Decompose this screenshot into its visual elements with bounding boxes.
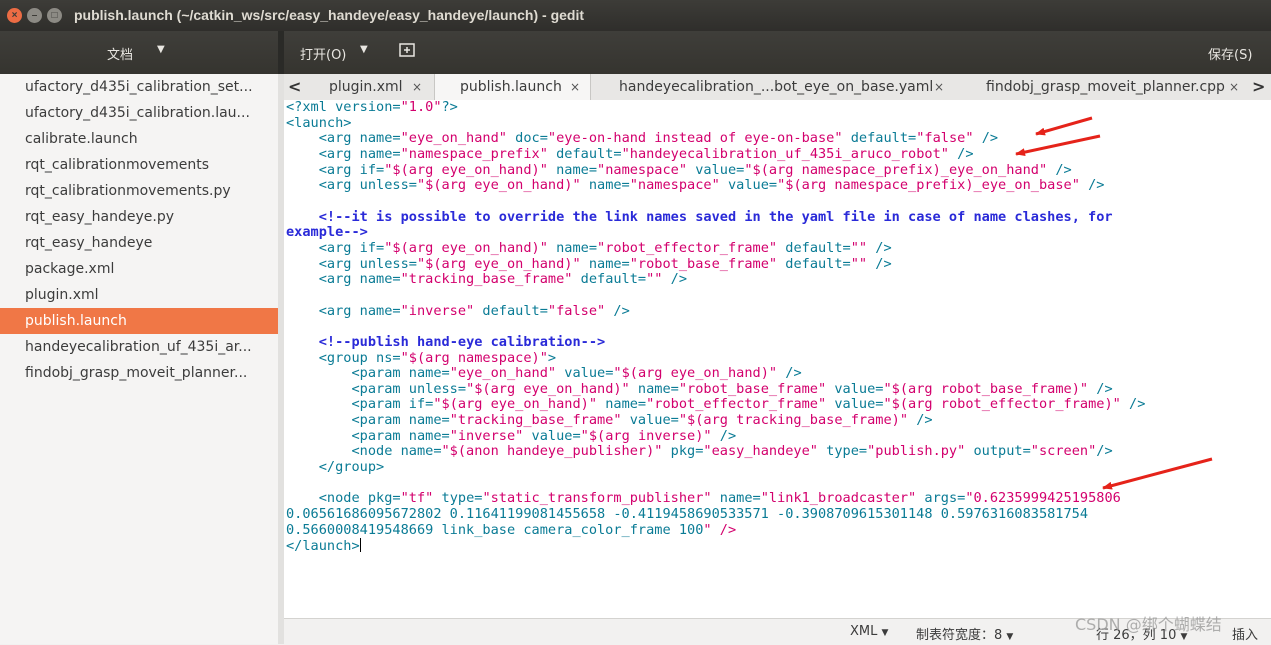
text-editor[interactable]: <?xml version="1.0"?> <launch> <arg name… bbox=[284, 100, 1271, 618]
sidebar-item[interactable]: package.xml bbox=[0, 256, 278, 282]
new-document-button[interactable] bbox=[398, 41, 416, 59]
sidebar-item[interactable]: rqt_calibrationmovements bbox=[0, 152, 278, 178]
tab-plugin-xml[interactable]: plugin.xml × bbox=[312, 74, 432, 100]
language-selector[interactable]: XML ▼ bbox=[850, 624, 888, 639]
tab-findobj-cpp[interactable]: findobj_grasp_moveit_planner.cpp × bbox=[956, 74, 1246, 100]
sidebar-item[interactable]: handeyecalibration_uf_435i_ar... bbox=[0, 334, 278, 360]
tab-bar: < plugin.xml × publish.launch × handeyec… bbox=[284, 74, 1271, 101]
tab-handeyecalibration-yaml[interactable]: handeyecalibration_...bot_eye_on_base.ya… bbox=[592, 74, 954, 100]
tab-publish-launch[interactable]: publish.launch × bbox=[434, 74, 591, 100]
editor-content[interactable]: <?xml version="1.0"?> <launch> <arg name… bbox=[286, 100, 1145, 555]
tab-scroll-right-icon[interactable]: > bbox=[1252, 74, 1265, 100]
sidebar-item[interactable]: rqt_easy_handeye bbox=[0, 230, 278, 256]
open-dropdown-icon[interactable]: ▼ bbox=[360, 44, 368, 55]
insert-mode[interactable]: 插入 bbox=[1232, 624, 1258, 643]
sidebar-item-active[interactable]: publish.launch bbox=[0, 308, 278, 334]
sidebar-item[interactable]: calibrate.launch bbox=[0, 126, 278, 152]
tab-close-icon[interactable]: × bbox=[1229, 74, 1239, 100]
maximize-window-button[interactable]: □ bbox=[47, 8, 62, 23]
tab-label: findobj_grasp_moveit_planner.cpp bbox=[986, 79, 1225, 95]
watermark: CSDN @绑个蝴蝶结 bbox=[1075, 615, 1222, 634]
tab-close-icon[interactable]: × bbox=[570, 74, 580, 100]
sidebar-item[interactable]: findobj_grasp_moveit_planner... bbox=[0, 360, 278, 386]
chevron-down-icon: ▼ bbox=[881, 628, 889, 638]
tab-scroll-left-icon[interactable]: < bbox=[288, 74, 301, 100]
chevron-down-icon: ▼ bbox=[157, 44, 165, 55]
tab-width-selector[interactable]: 制表符宽度：8 ▼ bbox=[916, 624, 1013, 643]
open-button[interactable]: 打开(O) bbox=[300, 44, 346, 63]
tab-close-icon[interactable]: × bbox=[412, 74, 422, 100]
close-window-button[interactable]: × bbox=[7, 8, 22, 23]
documents-sidebar: ufactory_d435i_calibration_set... ufacto… bbox=[0, 74, 278, 644]
window-title: publish.launch (~/catkin_ws/src/easy_han… bbox=[74, 7, 585, 23]
chevron-down-icon: ▼ bbox=[1006, 632, 1014, 642]
tab-label: handeyecalibration_...bot_eye_on_base.ya… bbox=[619, 79, 934, 95]
new-document-icon bbox=[399, 43, 415, 57]
text-cursor bbox=[359, 538, 361, 553]
tab-label: publish.launch bbox=[460, 79, 562, 95]
save-button[interactable]: 保存(S) bbox=[1208, 44, 1252, 63]
minimize-window-button[interactable]: – bbox=[27, 8, 42, 23]
sidebar-item[interactable]: ufactory_d435i_calibration.lau... bbox=[0, 100, 278, 126]
sidebar-item[interactable]: ufactory_d435i_calibration_set... bbox=[0, 74, 278, 100]
sidebar-item[interactable]: rqt_calibrationmovements.py bbox=[0, 178, 278, 204]
sidebar-item[interactable]: plugin.xml bbox=[0, 282, 278, 308]
title-bar: × – □ publish.launch (~/catkin_ws/src/ea… bbox=[0, 0, 1271, 31]
tab-close-icon[interactable]: × bbox=[934, 74, 944, 100]
sidebar-item[interactable]: rqt_easy_handeye.py bbox=[0, 204, 278, 230]
documents-menu-button[interactable]: 文档 ▼ bbox=[0, 31, 278, 74]
header-separator bbox=[278, 31, 284, 74]
tab-label: plugin.xml bbox=[329, 79, 403, 95]
header-bar: 文档 ▼ 打开(O) ▼ 保存(S) bbox=[0, 31, 1271, 74]
documents-label: 文档 bbox=[107, 48, 134, 63]
